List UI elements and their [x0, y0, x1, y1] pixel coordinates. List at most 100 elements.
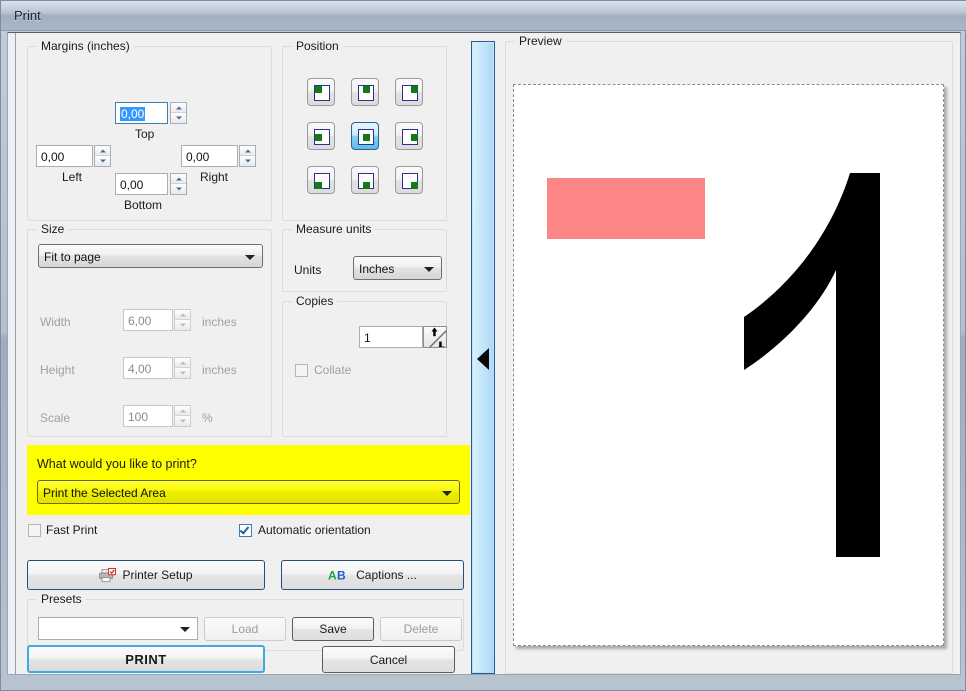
copies-count-value: 1 [364, 331, 371, 345]
margin-bottom-spin-up[interactable] [171, 174, 186, 184]
size-scale-units: % [202, 411, 213, 425]
position-button-bottom-left[interactable] [307, 166, 335, 194]
margin-bottom-spinner[interactable] [170, 173, 187, 195]
collate-checkbox[interactable] [295, 364, 308, 377]
printer-icon [99, 567, 117, 582]
position-page-icon [402, 85, 418, 101]
copies-count-input[interactable]: 1 [359, 326, 423, 348]
window-title: Print [14, 8, 41, 23]
printer-setup-button[interactable]: Printer Setup [27, 560, 265, 590]
margin-left-spin-up[interactable] [95, 146, 110, 156]
chevron-down-icon [180, 627, 190, 632]
position-button-top-left[interactable] [307, 78, 335, 106]
automatic-orientation-checkbox[interactable] [239, 524, 252, 537]
size-width-spin-up[interactable] [175, 310, 190, 320]
margin-left-input[interactable]: 0,00 [36, 145, 93, 167]
presets-save-label: Save [319, 622, 347, 636]
margin-top-input[interactable]: 0,00 [115, 102, 168, 124]
margin-bottom-spin-down[interactable] [171, 184, 186, 194]
margin-top-value: 0,00 [120, 107, 146, 121]
size-width-input[interactable]: 6,00 [123, 309, 173, 331]
print-what-highlight-band: What would you like to print? Print the … [27, 445, 470, 515]
margin-bottom-label: Bottom [124, 198, 163, 212]
size-scale-input[interactable]: 100 [123, 405, 173, 427]
size-height-units: inches [202, 363, 237, 377]
position-button-bottom-center[interactable] [351, 166, 379, 194]
captions-ab-icon: A B [328, 569, 346, 583]
margin-top-spin-up[interactable] [171, 103, 186, 113]
copies-group-title: Copies [292, 294, 338, 308]
collapse-left-arrow-icon[interactable] [477, 348, 489, 370]
margin-left-label: Left [62, 170, 83, 184]
collate-label: Collate [314, 363, 352, 377]
margin-top-spin-down[interactable] [171, 113, 186, 123]
margin-left-value: 0,00 [41, 150, 65, 164]
size-scale-spin-down[interactable] [175, 416, 190, 426]
automatic-orientation-label: Automatic orientation [258, 523, 371, 537]
position-page-icon [358, 85, 374, 101]
size-height-spinner[interactable] [174, 357, 191, 379]
svg-text:B: B [337, 569, 346, 583]
left-rail-inner [9, 34, 14, 334]
presets-delete-button[interactable]: Delete [380, 617, 462, 641]
size-height-spin-up[interactable] [175, 358, 190, 368]
margin-right-label: Right [200, 170, 229, 184]
measure-units-group: Measure units Units Inches [282, 222, 447, 292]
print-dialog-window: Print Margins (inches) 0,00 Top 0,00 Lef… [0, 0, 966, 691]
printer-setup-label: Printer Setup [122, 568, 193, 582]
margin-top-spinner[interactable] [170, 102, 187, 124]
diagonal-spinner-icon [429, 327, 446, 347]
units-label: Units [294, 263, 322, 277]
margin-right-spin-up[interactable] [240, 146, 255, 156]
position-page-icon [402, 173, 418, 189]
units-value: Inches [359, 262, 395, 276]
position-button-top-center[interactable] [351, 78, 379, 106]
margin-right-spin-down[interactable] [240, 156, 255, 166]
margin-left-spinner[interactable] [94, 145, 111, 167]
position-page-icon [314, 129, 330, 145]
presets-load-button[interactable]: Load [204, 617, 286, 641]
size-scale-value: 100 [128, 410, 149, 424]
cancel-button[interactable]: Cancel [322, 646, 455, 673]
margin-left-spin-down[interactable] [95, 156, 110, 166]
position-page-icon [402, 129, 418, 145]
position-button-bottom-right[interactable] [395, 166, 423, 194]
size-width-spinner[interactable] [174, 309, 191, 331]
print-what-combo[interactable]: Print the Selected Area [37, 480, 460, 504]
preview-page[interactable] [513, 84, 944, 646]
chevron-down-icon [424, 267, 434, 272]
fast-print-label: Fast Print [46, 523, 98, 537]
presets-save-button[interactable]: Save [292, 617, 374, 641]
position-button-middle-center[interactable] [351, 122, 379, 150]
size-width-spin-down[interactable] [175, 320, 190, 330]
units-combo[interactable]: Inches [353, 256, 442, 280]
presets-combo[interactable] [38, 617, 198, 640]
size-height-label: Height [40, 363, 75, 377]
size-scale-spin-up[interactable] [175, 406, 190, 416]
position-button-middle-left[interactable] [307, 122, 335, 150]
preview-group-title: Preview [515, 34, 566, 48]
margin-right-input[interactable]: 0,00 [181, 145, 238, 167]
size-scale-spinner[interactable] [174, 405, 191, 427]
position-button-middle-right[interactable] [395, 122, 423, 150]
print-button-label: PRINT [125, 651, 167, 667]
captions-button[interactable]: A B Captions ... [281, 560, 464, 590]
copies-spinner[interactable] [423, 326, 447, 348]
margin-right-value: 0,00 [186, 150, 210, 164]
copies-group: Copies 1 Collate [282, 294, 447, 437]
size-width-value: 6,00 [128, 314, 152, 328]
dialog-client-area: Margins (inches) 0,00 Top 0,00 Left 0,00… [7, 32, 961, 675]
size-group: Size Fit to page Width 6,00 inches Heigh… [27, 222, 272, 437]
print-button[interactable]: PRINT [27, 645, 265, 673]
panel-splitter[interactable] [471, 41, 495, 674]
size-mode-combo[interactable]: Fit to page [38, 244, 263, 268]
size-height-input[interactable]: 4,00 [123, 357, 173, 379]
margin-right-spinner[interactable] [239, 145, 256, 167]
margin-bottom-input[interactable]: 0,00 [115, 173, 168, 195]
margin-bottom-value: 0,00 [120, 178, 144, 192]
position-button-top-right[interactable] [395, 78, 423, 106]
preview-group: Preview [505, 34, 953, 674]
size-height-spin-down[interactable] [175, 368, 190, 378]
fast-print-checkbox[interactable] [28, 524, 41, 537]
position-page-icon [358, 129, 374, 145]
